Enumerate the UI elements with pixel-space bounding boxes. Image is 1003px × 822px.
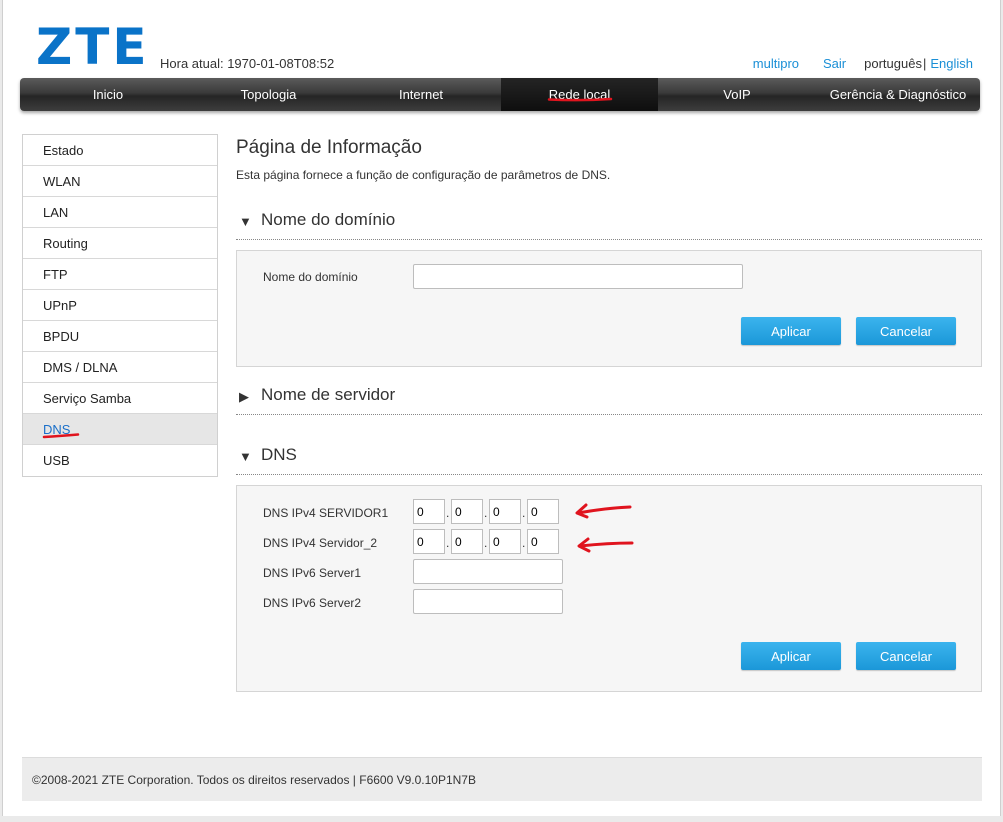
triangle-down-icon: ▼: [239, 214, 252, 229]
sidebar-item-servico-samba[interactable]: Serviço Samba: [23, 383, 217, 414]
section-title-dns: DNS: [261, 445, 297, 464]
domain-cancel-button[interactable]: Cancelar: [856, 317, 956, 345]
dns2-octet-3[interactable]: [489, 529, 521, 554]
ip-separator: .: [522, 506, 526, 520]
sidebar-item-wlan[interactable]: WLAN: [23, 166, 217, 197]
main-nav: Inicio Topologia Internet Rede local VoI…: [20, 78, 980, 111]
dns1-octet-4[interactable]: [527, 499, 559, 524]
red-arrow-annotation-icon: [577, 537, 634, 553]
top-links: multipro Sair português | English: [753, 56, 973, 71]
dns-ipv6-server2-input[interactable]: [413, 589, 563, 614]
zte-logo: ZTE: [36, 18, 150, 76]
ip-separator: .: [484, 506, 488, 520]
dns-ipv6-server1-input[interactable]: [413, 559, 563, 584]
section-header-domain[interactable]: ▼ Nome do domínio: [236, 210, 982, 240]
dns1-octet-3[interactable]: [489, 499, 521, 524]
sidebar-item-ftp[interactable]: FTP: [23, 259, 217, 290]
triangle-down-icon: ▼: [239, 449, 252, 464]
dns-ipv6-server2-label: DNS IPv6 Server2: [263, 596, 362, 610]
section-header-dns[interactable]: ▼ DNS: [236, 445, 982, 475]
sidebar-item-routing[interactable]: Routing: [23, 228, 217, 259]
nav-rede-local[interactable]: Rede local: [501, 78, 658, 111]
language-english-link[interactable]: English: [930, 56, 973, 71]
dns-cancel-button[interactable]: Cancelar: [856, 642, 956, 670]
footer: ©2008-2021 ZTE Corporation. Todos os dir…: [22, 757, 982, 801]
nav-voip[interactable]: VoIP: [658, 78, 816, 111]
sidebar-item-lan[interactable]: LAN: [23, 197, 217, 228]
dns-underline-annotation: [42, 433, 80, 439]
domain-panel: Nome do domínio Aplicar Cancelar: [236, 250, 982, 367]
nav-internet[interactable]: Internet: [341, 78, 501, 111]
current-time: Hora atual: 1970-01-08T08:52: [160, 56, 335, 71]
dns2-octet-1[interactable]: [413, 529, 445, 554]
ip-separator: .: [484, 536, 488, 550]
dns1-octet-1[interactable]: [413, 499, 445, 524]
section-header-server[interactable]: ▶ Nome de servidor: [236, 385, 982, 415]
dns2-octet-4[interactable]: [527, 529, 559, 554]
dns-ipv6-server1-label: DNS IPv6 Server1: [263, 566, 362, 580]
language-separator: |: [922, 56, 927, 71]
red-arrow-annotation-icon: [575, 503, 632, 519]
sidebar-item-dms-dlna[interactable]: DMS / DLNA: [23, 352, 217, 383]
sidebar-item-estado[interactable]: Estado: [23, 135, 217, 166]
nav-inicio[interactable]: Inicio: [20, 78, 196, 111]
sidebar: Estado WLAN LAN Routing FTP UPnP BPDU DM…: [22, 134, 218, 477]
sidebar-item-upnp[interactable]: UPnP: [23, 290, 217, 321]
dns-ipv4-server2-label: DNS IPv4 Servidor_2: [263, 536, 378, 550]
ip-separator: .: [446, 506, 450, 520]
domain-name-input[interactable]: [413, 264, 743, 289]
dns2-octet-2[interactable]: [451, 529, 483, 554]
sidebar-item-bpdu[interactable]: BPDU: [23, 321, 217, 352]
ip-separator: .: [446, 536, 450, 550]
sidebar-item-dns[interactable]: DNS: [23, 414, 217, 445]
nav-gerencia-diagnostico[interactable]: Gerência & Diagnóstico: [816, 78, 980, 111]
triangle-right-icon: ▶: [239, 389, 249, 404]
domain-apply-button[interactable]: Aplicar: [741, 317, 841, 345]
nav-underline-annotation: [547, 97, 613, 102]
user-link[interactable]: multipro: [753, 56, 799, 71]
language-current: português: [864, 56, 922, 71]
page-title: Página de Informação: [236, 137, 422, 158]
dns-apply-button[interactable]: Aplicar: [741, 642, 841, 670]
footer-text: ©2008-2021 ZTE Corporation. Todos os dir…: [32, 773, 476, 787]
dns-ipv4-server1-label: DNS IPv4 SERVIDOR1: [263, 506, 389, 520]
page-description: Esta página fornece a função de configur…: [236, 168, 611, 182]
ip-separator: .: [522, 536, 526, 550]
nav-topologia[interactable]: Topologia: [196, 78, 341, 111]
dns1-octet-2[interactable]: [451, 499, 483, 524]
sidebar-item-usb[interactable]: USB: [23, 445, 217, 476]
section-title-server: Nome de servidor: [261, 385, 396, 404]
section-title-domain: Nome do domínio: [261, 210, 396, 229]
logout-link[interactable]: Sair: [823, 56, 846, 71]
domain-name-label: Nome do domínio: [263, 270, 358, 284]
